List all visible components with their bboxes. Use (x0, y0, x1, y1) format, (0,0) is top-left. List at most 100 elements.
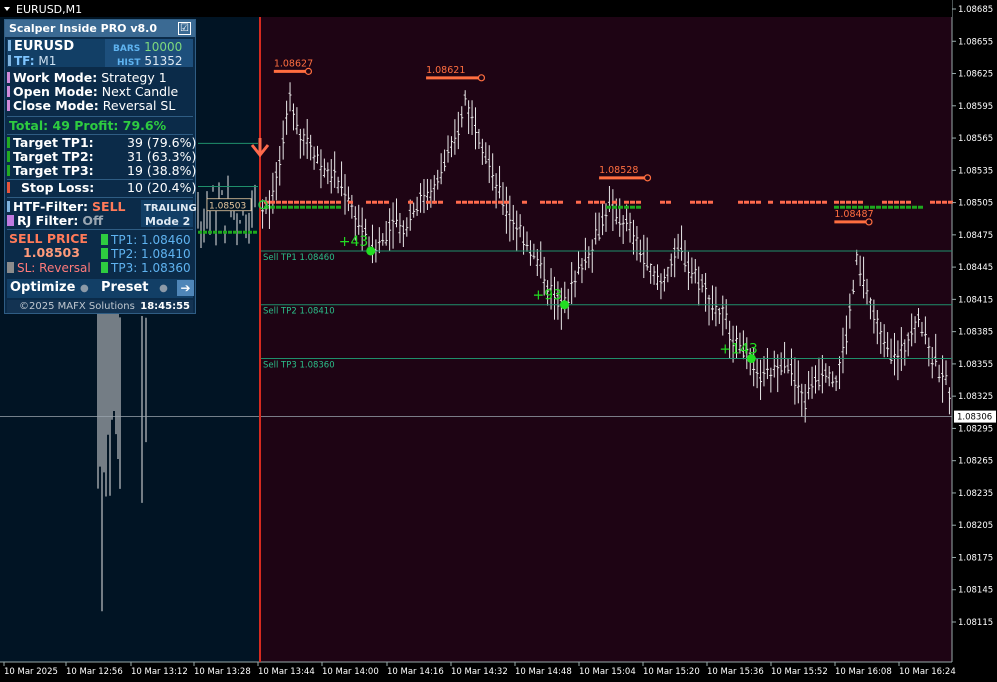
x-tick-label: 10 Mar 13:12 (131, 667, 188, 677)
stop-loss-row: Stop Loss: 10 (20.4%) (7, 181, 196, 195)
optimize-label: Optimize (10, 280, 76, 295)
y-tick-label: 1.08355 (958, 360, 993, 370)
y-tick-label: 1.08505 (958, 199, 993, 209)
sell-strip-bar (336, 200, 341, 204)
tf-value: M1 (38, 54, 57, 68)
history-strip-bar (213, 230, 217, 234)
sl-reversal-row: SL: Reversal (7, 261, 91, 275)
profit-label: Profit: 79.6% (74, 118, 167, 133)
x-tick-label: 10 Mar 2025 (4, 667, 58, 677)
sell-strip-bar (900, 200, 905, 204)
sell-price-label: SELL PRICE (9, 231, 88, 246)
sell-strip-bar (744, 200, 749, 204)
window-title: EURUSD,M1 (16, 3, 82, 16)
tp3-price-row: TP3: 1.08360 (101, 261, 191, 275)
sell-strip-bar (630, 200, 635, 204)
sell-strip-bar (810, 200, 815, 204)
tp-line-label: Sell TP1 1.08460 (263, 253, 335, 263)
history-strip-bar (253, 230, 257, 234)
x-tick-label: 10 Mar 14:48 (515, 667, 572, 677)
close-mode-label: Close Mode: (13, 98, 99, 113)
buy-strip-bar (894, 205, 899, 209)
history-strip-bar (208, 230, 212, 234)
profit-label: +93 (532, 288, 562, 304)
x-tick-label: 10 Mar 16:08 (835, 667, 892, 677)
buy-strip-bar (612, 205, 617, 209)
sell-strip-bar (702, 200, 707, 204)
buy-strip-bar (330, 205, 335, 209)
sell-strip-bar (462, 200, 467, 204)
sell-strip-bar (270, 200, 275, 204)
tf-row: TF: M1 (8, 54, 56, 68)
history-strip-bar (198, 230, 202, 234)
sell-strip-bar (738, 200, 743, 204)
sell-strip-bar (558, 200, 563, 204)
buy-strip-bar (300, 205, 305, 209)
level-end-icon (643, 174, 652, 182)
tp3-price: TP3: 1.08360 (111, 261, 191, 275)
sell-strip-bar (552, 200, 557, 204)
sell-strip-bar (384, 200, 389, 204)
x-tick-label: 10 Mar 14:32 (451, 667, 508, 677)
x-tick-label: 10 Mar 13:44 (258, 667, 315, 677)
sell-strip-bar (588, 200, 593, 204)
sell-strip-bar (894, 200, 899, 204)
sell-strip-bar (660, 200, 665, 204)
tp3-value: 19 (38.8%) (127, 163, 197, 178)
tp2-price-row: TP2: 1.08410 (101, 247, 191, 261)
rj-filter-label: RJ Filter: (17, 213, 79, 228)
y-tick-label: 1.08205 (958, 521, 993, 531)
preset-dot-icon: ● (159, 283, 168, 294)
sell-strip-bar (942, 200, 947, 204)
x-tick-label: 10 Mar 13:28 (194, 667, 251, 677)
bars-row: BARS 10000 (113, 40, 182, 54)
history-strip-bar (228, 230, 232, 234)
sell-strip-bar (600, 200, 605, 204)
symbol-row: EURUSD (8, 40, 74, 54)
y-tick-label: 1.08415 (958, 295, 993, 305)
preset-button[interactable]: Preset ● (101, 281, 168, 295)
sell-strip-bar (930, 200, 935, 204)
sell-strip-bar (366, 200, 371, 204)
sell-strip-bar (276, 200, 281, 204)
sell-strip-bar (546, 200, 551, 204)
y-tick-label: 1.08595 (958, 102, 993, 112)
sell-strip-bar (378, 200, 383, 204)
buy-strip-bar (306, 205, 311, 209)
buy-strip-bar (312, 205, 317, 209)
history-strip-bar (223, 230, 227, 234)
tp-line-label: Sell TP3 1.08360 (263, 361, 335, 371)
hist-label: HIST (117, 58, 141, 68)
x-tick-label: 10 Mar 15:20 (643, 667, 700, 677)
optimize-button[interactable]: Optimize ● (10, 281, 89, 295)
sell-strip-bar (426, 200, 431, 204)
sell-strip-bar (666, 200, 671, 204)
sell-strip-bar (624, 200, 629, 204)
close-mode-value: Reversal SL (102, 98, 176, 113)
tf-label: TF: (14, 54, 35, 68)
sell-strip-bar (936, 200, 941, 204)
total-row: Total: 49 Profit: 79.6% (9, 119, 166, 133)
x-tick-label: 10 Mar 14:16 (387, 667, 444, 677)
buy-strip-bar (636, 205, 641, 209)
arrow-right-icon[interactable]: ➔ (177, 280, 194, 296)
open-mode-label: Open Mode: (13, 84, 98, 99)
sell-strip-bar (798, 200, 803, 204)
work-mode-value: Strategy 1 (101, 70, 167, 85)
buy-strip-bar (900, 205, 905, 209)
tp1-price-row: TP1: 1.08460 (101, 233, 191, 247)
panel-toggle-checkbox[interactable]: ☑ (178, 22, 191, 35)
sell-strip-bar (690, 200, 695, 204)
buy-strip-bar (606, 205, 611, 209)
tp2-label: Target TP2: (13, 149, 94, 164)
sell-strip-bar (372, 200, 377, 204)
x-tick-label: 10 Mar 15:04 (579, 667, 636, 677)
info-panel: Scalper Inside PRO v8.0 ☑ EURUSD TF: M1 … (4, 19, 197, 314)
sell-strip-bar (432, 200, 437, 204)
htf-filter-value: SELL (92, 199, 126, 214)
sell-strip-bar (780, 200, 785, 204)
buy-strip-bar (906, 205, 911, 209)
history-strip-bar (218, 230, 222, 234)
buy-strip-bar (882, 205, 887, 209)
open-mode-value: Next Candle (101, 84, 179, 99)
